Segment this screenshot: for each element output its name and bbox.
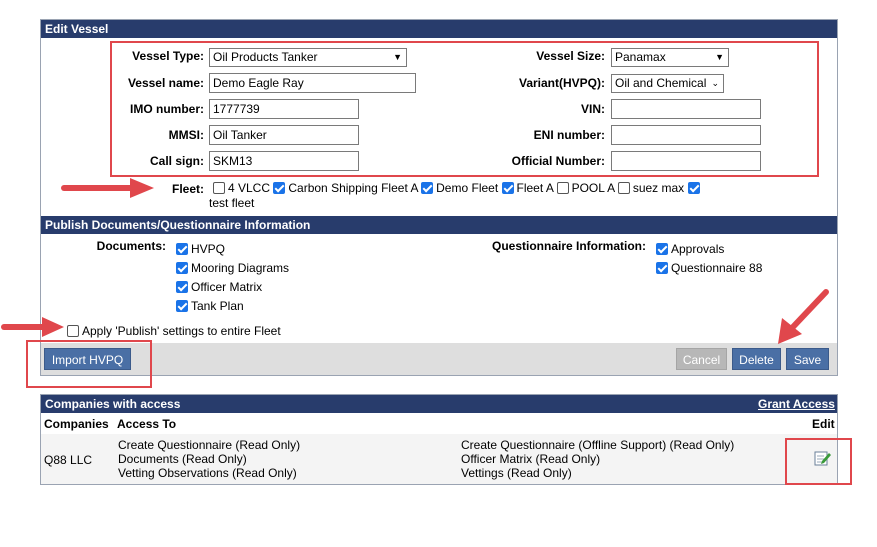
publish-title: Publish Documents/Questionnaire Informat…: [45, 218, 311, 232]
access-item: Create Questionnaire (Offline Support) (…: [461, 438, 735, 452]
fleet-option[interactable]: 4 VLCC: [213, 181, 270, 195]
fleet-checkbox-group: 4 VLCC Carbon Shipping Fleet A Demo Flee…: [213, 181, 713, 196]
company-name: Q88 LLC: [44, 453, 93, 467]
highlight-box-edit: [785, 438, 852, 485]
edit-vessel-header: Edit Vessel: [41, 20, 837, 38]
document-option[interactable]: Tank Plan: [176, 299, 244, 314]
red-arrow-icon: [778, 289, 829, 344]
access-item: Documents (Read Only): [118, 452, 247, 466]
fleet-option[interactable]: Fleet A: [501, 181, 553, 195]
checkbox[interactable]: [176, 281, 188, 293]
fleet-option-test-fleet-label: test fleet: [209, 196, 255, 210]
fleet-option[interactable]: suez max: [617, 181, 684, 195]
checkbox[interactable]: [213, 182, 225, 194]
document-option[interactable]: Officer Matrix: [176, 280, 262, 295]
publish-header: Publish Documents/Questionnaire Informat…: [41, 216, 837, 234]
access-item: Create Questionnaire (Read Only): [118, 438, 301, 452]
access-item: Vettings (Read Only): [461, 466, 572, 480]
checkbox[interactable]: [501, 182, 514, 194]
cancel-button[interactable]: Cancel: [676, 348, 727, 370]
grant-access-link[interactable]: Grant Access: [758, 396, 835, 412]
checkbox[interactable]: [556, 182, 569, 194]
companies-title: Companies with access: [45, 397, 181, 411]
highlight-box-vessel-fields: [110, 41, 819, 177]
fleet-option[interactable]: Carbon Shipping Fleet A: [273, 181, 418, 195]
column-header-companies: Companies: [44, 417, 109, 431]
checkbox[interactable]: [176, 243, 188, 255]
documents-label: Documents:: [96, 239, 166, 253]
column-header-edit: Edit: [812, 417, 835, 431]
edit-vessel-title: Edit Vessel: [45, 22, 109, 36]
document-option[interactable]: HVPQ: [176, 242, 225, 257]
access-item: Officer Matrix (Read Only): [461, 452, 601, 466]
fleet-label: Fleet:: [171, 182, 204, 196]
companies-header: Companies with access: [41, 395, 837, 413]
document-option[interactable]: Mooring Diagrams: [176, 261, 289, 276]
checkbox[interactable]: [656, 262, 668, 274]
apply-publish-fleet-option[interactable]: Apply 'Publish' settings to entire Fleet: [67, 324, 281, 339]
checkbox[interactable]: [176, 300, 188, 312]
column-header-access: Access To: [117, 417, 177, 431]
checkbox[interactable]: [421, 182, 434, 194]
fleet-option[interactable]: Demo Fleet: [421, 181, 498, 195]
checkbox[interactable]: [617, 182, 630, 194]
fleet-option[interactable]: POOL A: [556, 181, 614, 195]
questionnaire-option[interactable]: Approvals: [656, 242, 724, 257]
questionnaire-option[interactable]: Questionnaire 88: [656, 261, 762, 276]
checkbox[interactable]: [656, 243, 668, 255]
red-arrow-icon: [61, 178, 154, 198]
checkbox[interactable]: [176, 262, 188, 274]
save-button[interactable]: Save: [786, 348, 829, 370]
checkbox[interactable]: [273, 182, 286, 194]
access-item: Vetting Observations (Read Only): [118, 466, 297, 480]
checkbox[interactable]: [687, 182, 700, 194]
red-arrow-icon: [1, 317, 64, 337]
highlight-box-import: [26, 340, 152, 388]
questionnaire-info-label: Questionnaire Information:: [491, 239, 646, 253]
delete-button[interactable]: Delete: [732, 348, 781, 370]
